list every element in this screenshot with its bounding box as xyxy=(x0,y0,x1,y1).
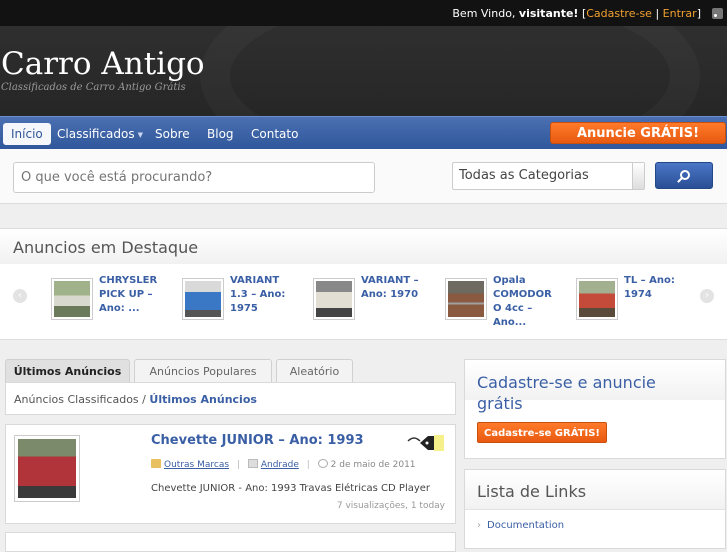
search-input[interactable] xyxy=(13,162,375,193)
featured-item-label[interactable]: TL – Ano: 1974 xyxy=(624,274,686,302)
listing-card: Chevette JUNIOR – Ano: 1993 Outras Marca… xyxy=(5,424,456,524)
breadcrumb-separator: / xyxy=(142,393,146,406)
breadcrumb-root[interactable]: Anúncios Classificados xyxy=(14,393,139,406)
select-arrow-icon xyxy=(632,163,644,189)
user-icon xyxy=(247,459,258,468)
featured-thumb[interactable] xyxy=(182,278,224,320)
price-tag-icon xyxy=(407,435,444,451)
nav-item-contato[interactable]: Contato xyxy=(243,123,306,145)
car-photo xyxy=(448,281,484,317)
breadcrumb-trail: Anúncios Classificados / Últimos Anúncio… xyxy=(14,393,257,406)
search-bar: Todas as Categorias xyxy=(0,149,727,204)
nav-item-classificados[interactable]: Classificados ▼ xyxy=(49,123,151,145)
tab-random[interactable]: Aleatório xyxy=(276,359,353,383)
nav-item-classificados-label: Classificados xyxy=(57,127,135,141)
nav-item-sobre[interactable]: Sobre xyxy=(147,123,198,145)
welcome-user: visitante! xyxy=(518,7,579,20)
featured-thumb[interactable] xyxy=(576,278,618,320)
breadcrumb-current: Últimos Anúncios xyxy=(149,393,257,406)
featured-thumb[interactable] xyxy=(445,278,487,320)
featured-item-label[interactable]: CHRYSLER PICK UP – Ano: ... xyxy=(99,274,161,316)
search-icon xyxy=(680,170,690,180)
listing-thumb[interactable] xyxy=(14,435,80,502)
category-select-value: Todas as Categorias xyxy=(459,168,589,183)
post-ad-button[interactable]: Anuncie GRÁTIS! xyxy=(550,122,726,144)
listing-category-link[interactable]: Outras Marcas xyxy=(164,460,229,470)
main-nav: Início Classificados ▼ Sobre Blog Contato… xyxy=(0,116,727,149)
featured-thumb[interactable] xyxy=(51,278,93,320)
nav-item-blog[interactable]: Blog xyxy=(199,123,242,145)
link-divider: | xyxy=(655,7,660,20)
category-select[interactable]: Todas as Categorias xyxy=(452,162,645,190)
welcome-text: Bem Vindo, visitante! [Cadastre-se | Ent… xyxy=(452,7,701,20)
slider-prev-icon[interactable]: ‹ xyxy=(13,289,27,303)
featured-item-label[interactable]: VARIANT 1.3 – Ano: 1975 xyxy=(230,274,292,316)
signup-title: Cadastre-se e anuncie grátis xyxy=(477,373,656,413)
site-header: Carro Antigo Classificados de Carro Anti… xyxy=(0,26,727,116)
listing-title[interactable]: Chevette JUNIOR – Ano: 1993 xyxy=(151,433,364,448)
featured-item-label[interactable]: VARIANT – Ano: 1970 xyxy=(361,274,423,302)
featured-title: Anuncios em Destaque xyxy=(13,238,199,257)
links-widget: Lista de Links › Documentation xyxy=(464,469,726,549)
listing-author-link[interactable]: Andrade xyxy=(261,460,299,470)
car-photo xyxy=(579,281,615,317)
featured-section: Anuncios em Destaque ‹ › CHRYSLER PICK U… xyxy=(0,228,727,340)
car-photo xyxy=(185,281,221,317)
nav-item-inicio[interactable]: Início xyxy=(3,123,51,145)
register-link[interactable]: Cadastre-se xyxy=(586,7,652,20)
car-photo xyxy=(18,439,76,498)
chevron-down-icon: ▼ xyxy=(137,130,144,139)
chevron-right-icon: › xyxy=(477,520,481,531)
bracket-close: ] xyxy=(696,7,701,20)
top-bar: Bem Vindo, visitante! [Cadastre-se | Ent… xyxy=(0,0,727,26)
car-photo xyxy=(54,281,90,317)
meta-separator: | xyxy=(306,460,310,470)
header-decoration xyxy=(200,26,700,116)
rss-icon[interactable] xyxy=(712,8,723,19)
search-button[interactable] xyxy=(655,162,713,189)
signup-button[interactable]: Cadastre-se GRÁTIS! xyxy=(477,422,607,443)
link-label: Documentation xyxy=(487,520,565,531)
car-photo xyxy=(316,281,352,317)
breadcrumb: Anúncios Classificados / Últimos Anúncio… xyxy=(5,382,456,415)
listing-card-next xyxy=(5,532,456,552)
links-title: Lista de Links xyxy=(477,482,587,501)
listing-views: 7 visualizações, 1 today xyxy=(336,501,445,511)
listing-description: Chevette JUNIOR - Ano: 1993 Travas Elétr… xyxy=(151,483,431,494)
folder-icon xyxy=(151,459,161,468)
tab-latest[interactable]: Últimos Anúncios xyxy=(5,359,130,383)
slider-next-icon[interactable]: › xyxy=(700,289,714,303)
meta-separator: | xyxy=(236,460,240,470)
signup-widget: Cadastre-se e anuncie grátis Cadastre-se… xyxy=(464,359,726,459)
featured-item-label[interactable]: Opala COMODOR O 4cc – Ano... xyxy=(493,274,555,330)
tab-popular[interactable]: Anúncios Populares xyxy=(134,359,272,383)
login-link[interactable]: Entrar xyxy=(663,7,697,20)
link-item-documentation[interactable]: › Documentation xyxy=(477,520,564,531)
site-tagline: Classificados de Carro Antigo Grátis xyxy=(1,82,186,93)
clock-icon xyxy=(317,459,328,468)
featured-thumb[interactable] xyxy=(313,278,355,320)
welcome-prefix: Bem Vindo, xyxy=(452,7,516,20)
listing-meta: Outras Marcas | Andrade | 2 de maio de 2… xyxy=(151,459,416,470)
site-logo[interactable]: Carro Antigo xyxy=(1,46,205,82)
listing-date: 2 de maio de 2011 xyxy=(330,460,416,470)
